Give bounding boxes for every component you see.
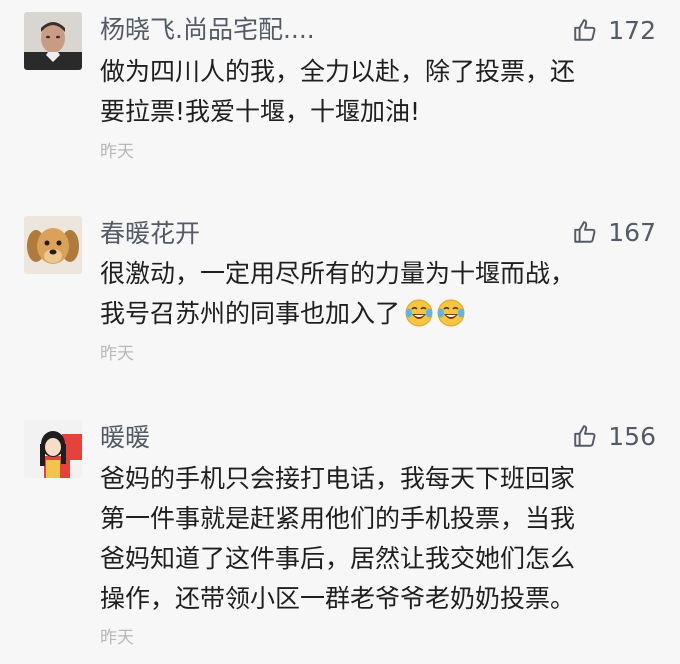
timestamp: 昨天 [100, 628, 134, 648]
comment-text: 很激动，一定用尽所有的力量为十堰而战， 我号召苏州的同事也加入了 [100, 254, 660, 334]
cartoon-girl-avatar-icon[interactable] [24, 420, 82, 478]
like-button[interactable]: 167 [572, 217, 656, 247]
comment-text-line: 第一件事就是赶紧用他们的手机投票，当我 [100, 504, 576, 533]
laugh-cry-emoji-icon [405, 299, 433, 327]
comment-text-line: 做为四川人的我，全力以赴，除了投票，还 [100, 57, 576, 86]
comment-text-segment: 我号召苏州的同事也加入了 [100, 299, 401, 328]
comment-text: 爸妈的手机只会接打电话，我每天下班回家 第一件事就是赶紧用他们的手机投票，当我 … [100, 459, 660, 619]
username[interactable]: 杨晓飞.尚品宅配.... [100, 15, 315, 45]
thumbs-up-icon [574, 221, 596, 243]
comment-text-line: 很激动，一定用尽所有的力量为十堰而战， [100, 259, 576, 288]
comment-text-line: 操作，还带领小区一群老爷爷老奶奶投票。 [100, 584, 576, 613]
like-button[interactable]: 156 [572, 421, 656, 451]
like-count: 156 [608, 421, 656, 451]
laugh-cry-emoji-icon [437, 299, 465, 327]
like-count: 172 [608, 15, 656, 45]
comment-text-line: 爸妈的手机只会接打电话，我每天下班回家 [100, 464, 576, 493]
timestamp: 昨天 [100, 344, 134, 364]
thumbs-up-icon [574, 19, 596, 41]
username[interactable]: 暖暖 [100, 423, 150, 453]
man-portrait-avatar-icon[interactable] [24, 12, 82, 70]
puppy-avatar-icon[interactable] [24, 216, 82, 274]
comment-item: 杨晓飞.尚品宅配.... 172 做为四川人的我，全力以赴，除了投票，还 要拉票… [0, 0, 680, 200]
comment-item: 春暖花开 167 很激动，一定用尽所有的力量为十堰而战， 我号召苏州的同事也加入… [0, 200, 680, 400]
timestamp: 昨天 [100, 142, 134, 162]
comment-text-line: 要拉票!我爱十堰，十堰加油! [100, 97, 421, 126]
like-count: 167 [608, 217, 656, 247]
comment-item: 暖暖 156 爸妈的手机只会接打电话，我每天下班回家 第一件事就是赶紧用他们的手… [0, 400, 680, 664]
username[interactable]: 春暖花开 [100, 219, 200, 249]
thumbs-up-icon [574, 425, 596, 447]
like-button[interactable]: 172 [572, 15, 656, 45]
comment-text-line: 爸妈知道了这件事后，居然让我交她们怎么 [100, 544, 576, 573]
comment-text-line: 我号召苏州的同事也加入了 [100, 294, 660, 334]
comment-text: 做为四川人的我，全力以赴，除了投票，还 要拉票!我爱十堰，十堰加油! [100, 52, 660, 132]
